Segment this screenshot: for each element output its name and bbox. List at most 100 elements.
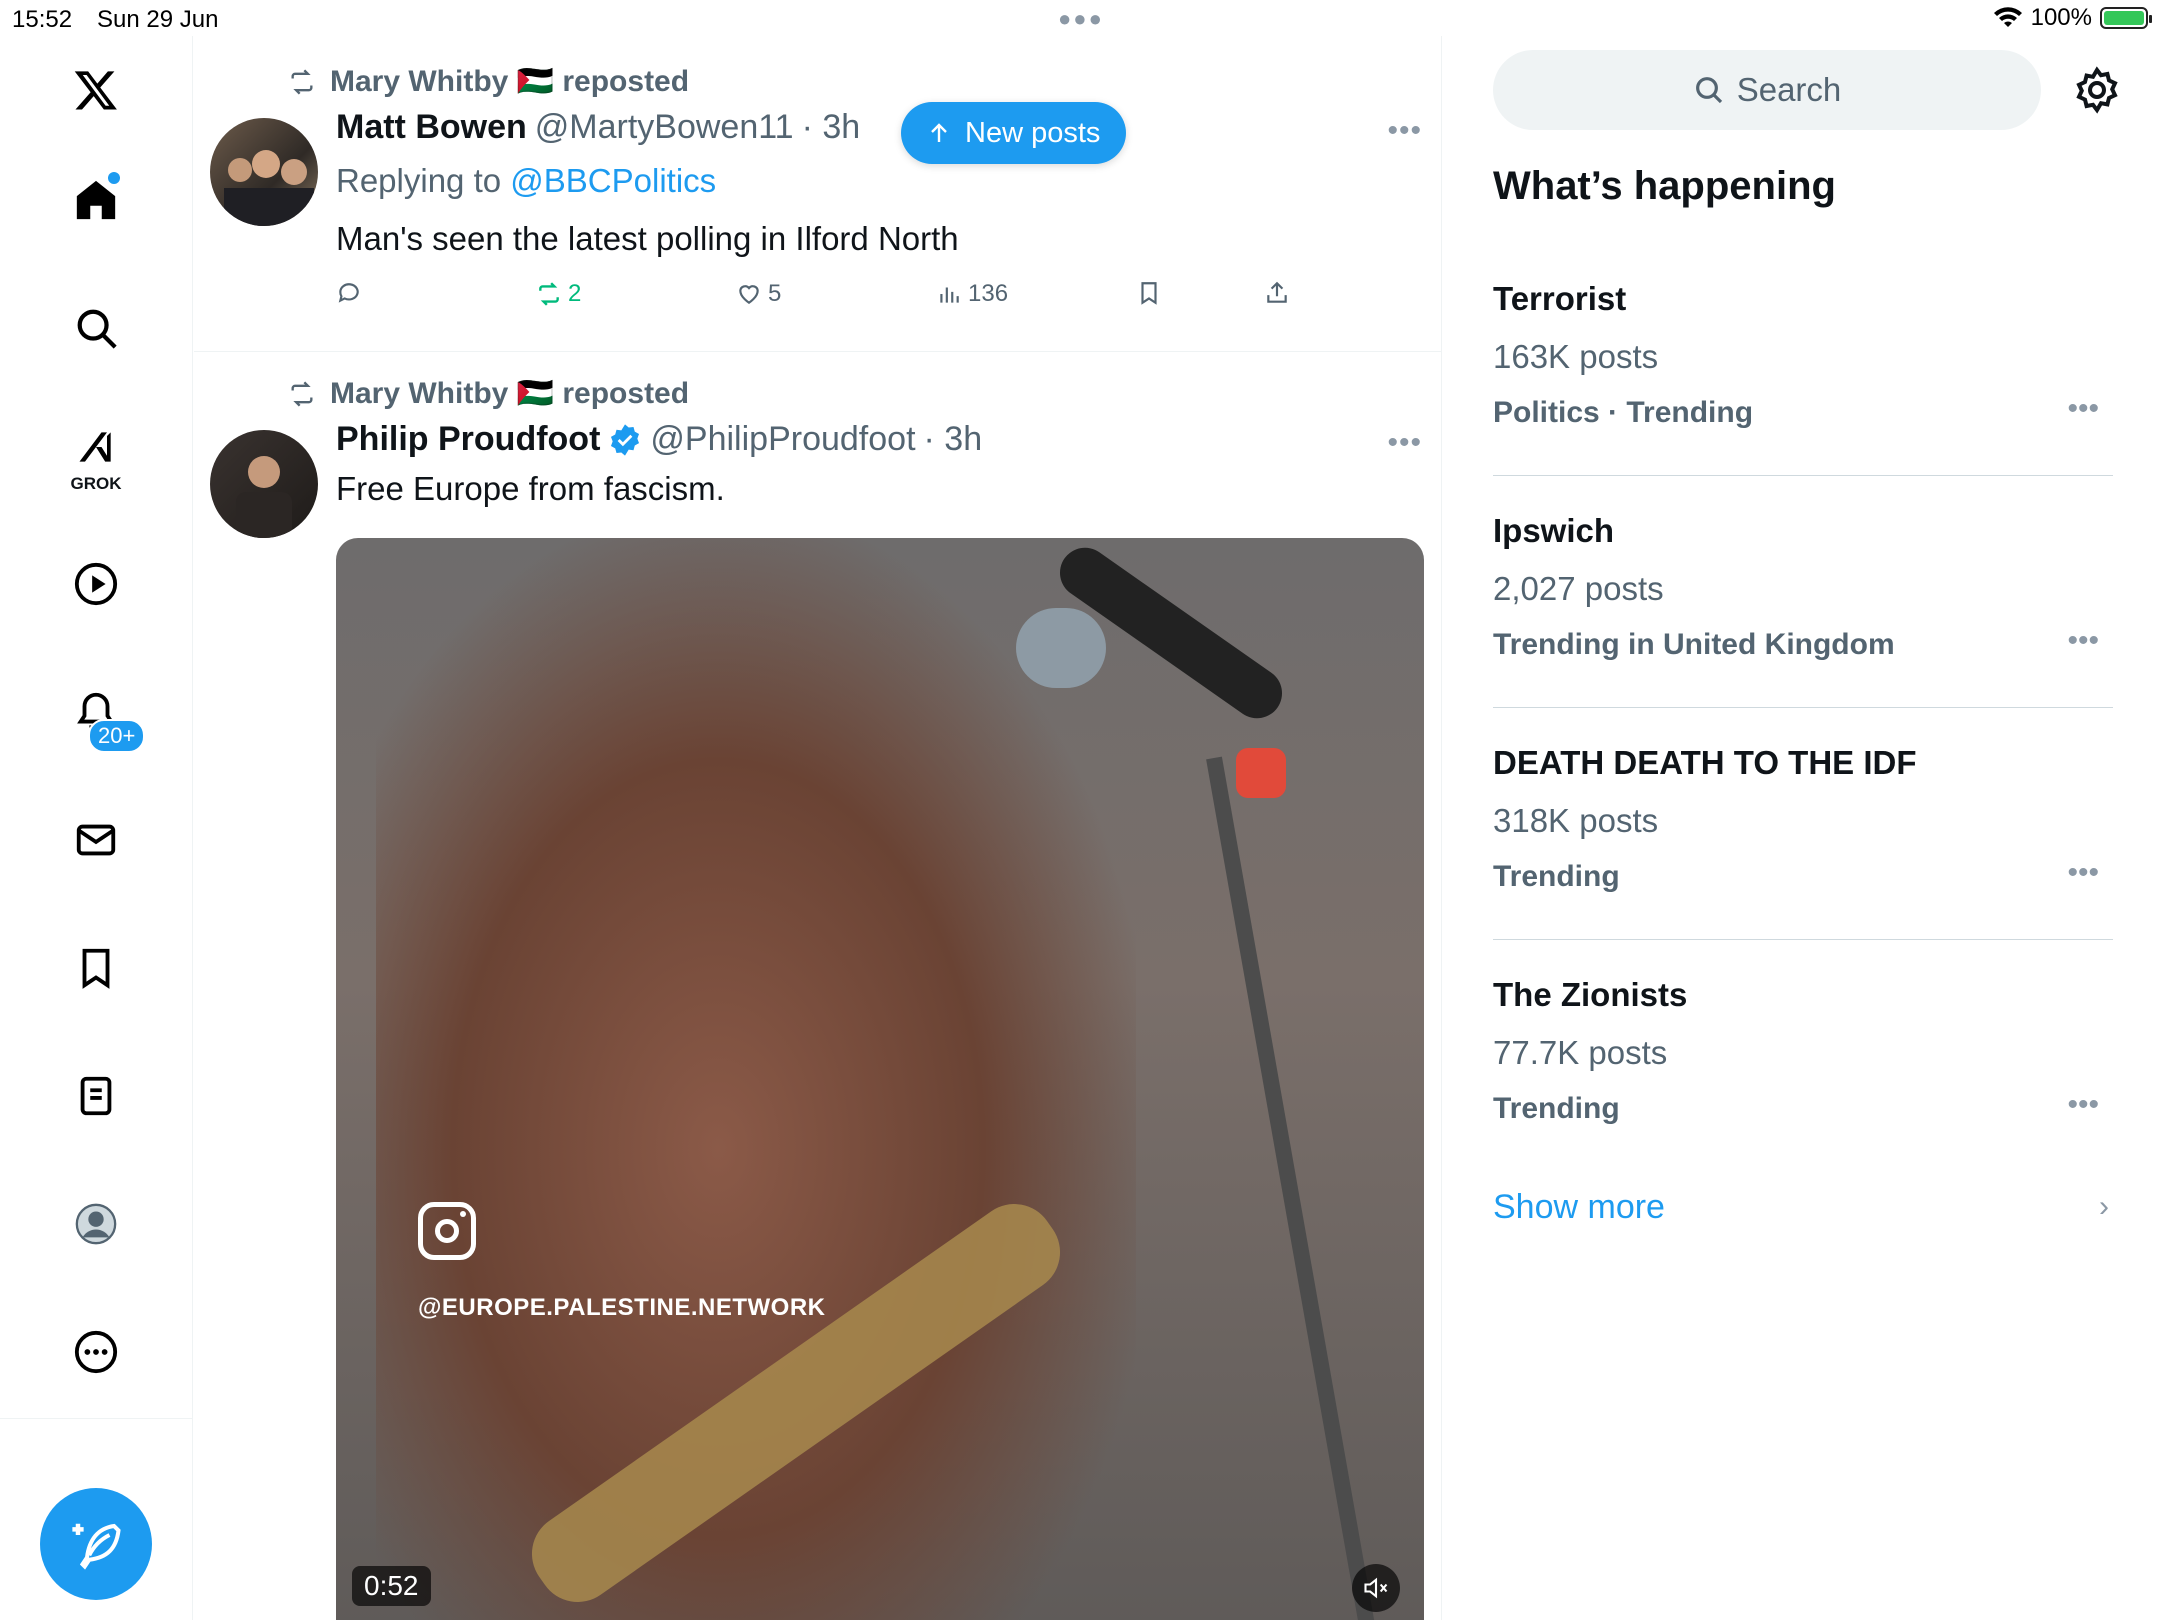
- bookmark-icon: [1141, 282, 1157, 305]
- battery-percent: 100%: [2030, 4, 2092, 31]
- status-right: 100%: [1993, 4, 2152, 32]
- author-row: Matt Bowen @MartyBowen11 · 3h: [336, 108, 860, 147]
- multitask-dots[interactable]: ●●●: [1058, 6, 1104, 32]
- messages-envelope-icon[interactable]: [50, 794, 142, 886]
- author-handle[interactable]: @MartyBowen11: [535, 108, 794, 147]
- video-play-icon[interactable]: [50, 538, 142, 630]
- trend-item[interactable]: DEATH DEATH TO THE IDF 318K posts Trendi…: [1493, 744, 2113, 940]
- grok-icon[interactable]: GROK: [50, 410, 142, 502]
- replying-handle-link[interactable]: @BBCPolitics: [510, 162, 716, 199]
- bookmarks-icon[interactable]: [50, 922, 142, 1014]
- repost-icon: [539, 282, 559, 306]
- status-time: 15:52: [12, 6, 73, 33]
- show-more-link[interactable]: Show more: [1493, 1188, 1665, 1227]
- reply-icon: [338, 283, 359, 303]
- grok-label: GROK: [70, 474, 122, 493]
- author-row: Philip Proudfoot @PhilipProudfoot · 3h: [336, 420, 982, 459]
- timeline-feed: Mary Whitby 🇵🇸 reposted Matt Bowen @Mart…: [194, 36, 1442, 1620]
- verified-badge-icon: [611, 423, 640, 456]
- trend-category: Trending in United Kingdom: [1493, 628, 1895, 661]
- arrow-up-icon: [931, 123, 947, 142]
- lists-icon[interactable]: [50, 1050, 142, 1142]
- new-posts-label: New posts: [965, 116, 1101, 149]
- post-time[interactable]: · 3h: [802, 108, 861, 147]
- search-icon: [1695, 77, 1722, 104]
- notifications-badge: 20+: [88, 719, 146, 753]
- compose-feather-icon: [72, 1523, 121, 1570]
- post-text: Free Europe from fascism.: [336, 470, 725, 507]
- trend-category: Politics · Trending: [1493, 396, 1754, 429]
- author-handle[interactable]: @PhilipProudfoot: [650, 420, 915, 459]
- trend-count: 77.7K posts: [1493, 1034, 1668, 1071]
- post-philip-proudfoot[interactable]: Mary Whitby 🇵🇸 reposted Philip Proudfoot…: [194, 352, 1441, 1620]
- repost-button[interactable]: 2: [536, 280, 581, 308]
- views-button[interactable]: 136: [936, 280, 1008, 308]
- left-navigation: GROK 20+: [0, 36, 193, 1620]
- right-sidebar: Search What’s happening Terrorist 163K p…: [1443, 36, 2160, 1620]
- home-unread-dot: [108, 172, 120, 184]
- whats-happening-title: What’s happening: [1493, 164, 1836, 208]
- post-actions: 2 5 136: [336, 280, 1316, 320]
- author-name[interactable]: Philip Proudfoot: [336, 420, 600, 459]
- trend-category: Trending: [1493, 860, 1620, 893]
- repost-label: Mary Whitby 🇵🇸 reposted: [330, 65, 690, 98]
- post-matt-bowen[interactable]: Mary Whitby 🇵🇸 reposted Matt Bowen @Mart…: [194, 36, 1441, 352]
- search-icon[interactable]: [50, 282, 142, 374]
- home-icon[interactable]: [50, 154, 142, 246]
- trend-item[interactable]: Terrorist 163K posts Politics · Trending…: [1493, 280, 2113, 476]
- trend-item[interactable]: The Zionists 77.7K posts Trending •••: [1493, 976, 2113, 1140]
- video-player[interactable]: @EUROPE.PALESTINE.NETWORK 0:52: [336, 538, 1424, 1620]
- heart-icon: [739, 285, 759, 304]
- profile-avatar-icon[interactable]: [50, 1178, 142, 1270]
- trend-more-icon[interactable]: •••: [2067, 1088, 2099, 1122]
- replying-to: Replying to @BBCPolitics: [336, 162, 716, 200]
- trend-count: 2,027 posts: [1493, 570, 1664, 607]
- instagram-logo-icon: [418, 1202, 476, 1260]
- reply-button[interactable]: [336, 280, 362, 306]
- replying-label: Replying to: [336, 162, 502, 199]
- trend-more-icon[interactable]: •••: [2067, 392, 2099, 426]
- gear-icon[interactable]: [2073, 66, 2121, 114]
- post-more-icon[interactable]: •••: [1387, 426, 1422, 460]
- post-text: Man's seen the latest polling in Ilford …: [336, 220, 959, 257]
- trend-title: The Zionists: [1493, 976, 1688, 1013]
- battery-icon: [2100, 7, 2152, 29]
- new-posts-button[interactable]: New posts: [901, 102, 1127, 164]
- more-options-icon[interactable]: [50, 1306, 142, 1398]
- mute-button[interactable]: [1352, 1564, 1400, 1612]
- trend-title: DEATH DEATH TO THE IDF: [1493, 744, 1917, 781]
- trend-more-icon[interactable]: •••: [2067, 624, 2099, 658]
- avatar[interactable]: [210, 430, 318, 538]
- repost-label: Mary Whitby 🇵🇸 reposted: [330, 377, 690, 410]
- compose-post-button[interactable]: [40, 1488, 152, 1600]
- trend-count: 318K posts: [1493, 802, 1659, 839]
- chevron-right-icon[interactable]: ›: [2099, 1190, 2109, 1224]
- post-more-icon[interactable]: •••: [1387, 114, 1422, 148]
- nav-divider: [0, 1418, 193, 1419]
- search-placeholder: Search: [1736, 71, 1842, 108]
- post-time[interactable]: · 3h: [924, 420, 983, 459]
- wifi-icon: [1993, 7, 2022, 27]
- search-input[interactable]: Search: [1493, 50, 2041, 130]
- trend-category: Trending: [1493, 1092, 1620, 1125]
- video-duration: 0:52: [352, 1566, 431, 1606]
- trend-title: Ipswich: [1493, 512, 1615, 549]
- repost-icon: [291, 381, 313, 406]
- like-count: 5: [768, 280, 782, 307]
- repost-indicator: Mary Whitby 🇵🇸 reposted: [286, 64, 689, 99]
- status-date: Sun 29 Jun: [97, 6, 219, 33]
- repost-icon: [291, 69, 313, 94]
- trend-title: Terrorist: [1493, 280, 1627, 317]
- trend-count: 163K posts: [1493, 338, 1659, 375]
- author-name[interactable]: Matt Bowen: [336, 108, 527, 147]
- share-button[interactable]: [1264, 280, 1290, 306]
- trend-more-icon[interactable]: •••: [2067, 856, 2099, 890]
- repost-indicator: Mary Whitby 🇵🇸 reposted: [286, 376, 689, 411]
- x-logo-icon[interactable]: [50, 44, 142, 136]
- share-icon: [1267, 281, 1287, 303]
- views-chart-icon: [940, 287, 959, 303]
- like-button[interactable]: 5: [736, 280, 781, 308]
- avatar[interactable]: [210, 118, 318, 226]
- trend-item[interactable]: Ipswich 2,027 posts Trending in United K…: [1493, 512, 2113, 708]
- bookmark-button[interactable]: [1136, 280, 1162, 306]
